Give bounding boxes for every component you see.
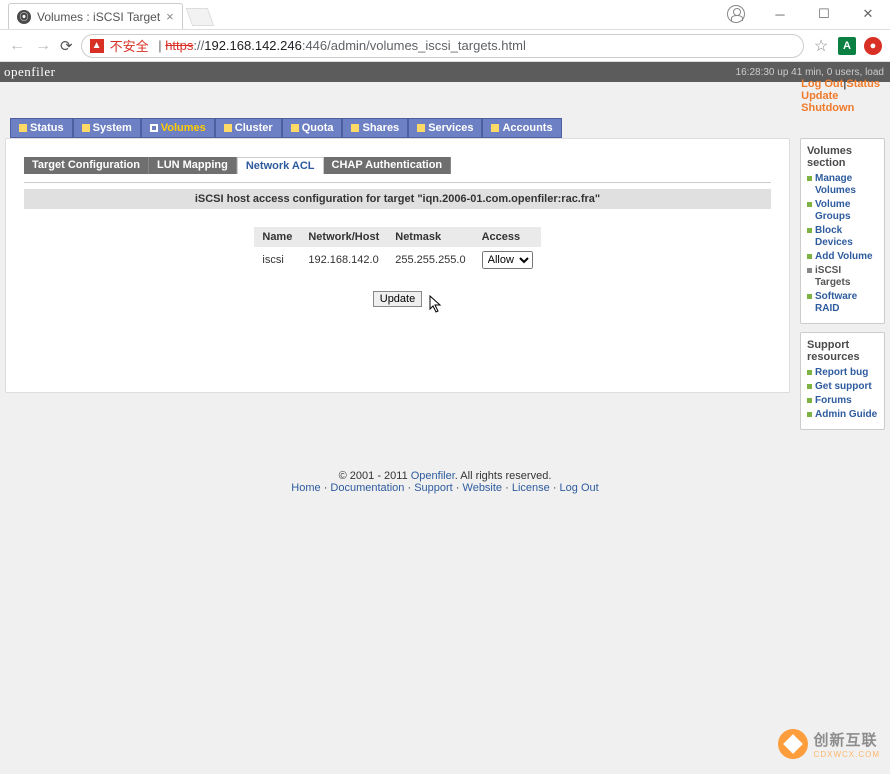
sidebar-item-admin-guide[interactable]: Admin Guide (807, 409, 878, 421)
footer-license[interactable]: License (512, 482, 550, 494)
footer-logout[interactable]: Log Out (560, 482, 599, 494)
nav-services[interactable]: Services (408, 118, 482, 138)
sidebar-item-volume-groups[interactable]: Volume Groups (807, 199, 878, 223)
insecure-label: 不安全 (110, 36, 149, 55)
cell-netmask: 255.255.255.0 (387, 247, 473, 273)
sidebar-volumes-section: Volumes section Manage Volumes Volume Gr… (800, 138, 885, 324)
nav-volumes[interactable]: Volumes (141, 118, 215, 138)
url-scheme: https (165, 38, 193, 53)
sidebar-title-support: Support resources (807, 339, 878, 363)
sidebar-item-get-support[interactable]: Get support (807, 381, 878, 393)
subtab-chap-auth[interactable]: CHAP Authentication (324, 157, 452, 174)
nav-system[interactable]: System (73, 118, 141, 138)
watermark-logo-icon (778, 729, 808, 759)
minimize-icon[interactable]: ─ (758, 0, 802, 28)
nav-accounts[interactable]: Accounts (482, 118, 561, 138)
shutdown-link[interactable]: Shutdown (801, 102, 854, 114)
forward-icon[interactable]: → (34, 37, 52, 55)
table-row: iscsi 192.168.142.0 255.255.255.0 Allow (254, 247, 540, 273)
access-select[interactable]: Allow (482, 251, 533, 269)
new-tab-button[interactable] (185, 8, 214, 26)
footer-documentation[interactable]: Documentation (330, 482, 404, 494)
watermark-sub: CDXWCX.COM (814, 750, 880, 759)
footer-home[interactable]: Home (291, 482, 320, 494)
cell-access: Allow (474, 247, 541, 273)
page-footer: © 2001 - 2011 Openfiler. All rights rese… (0, 470, 890, 494)
url-path: :446/admin/volumes_iscsi_targets.html (302, 38, 526, 53)
cell-network-host: 192.168.142.0 (300, 247, 387, 273)
nav-shares[interactable]: Shares (342, 118, 408, 138)
user-menu-icon[interactable] (714, 0, 758, 28)
col-name: Name (254, 227, 300, 247)
sidebar-item-forums[interactable]: Forums (807, 395, 878, 407)
tab-title: Volumes : iSCSI Target (37, 10, 160, 24)
star-icon[interactable]: ☆ (812, 36, 830, 56)
config-title: iSCSI host access configuration for targ… (24, 189, 771, 209)
update-link[interactable]: Update (801, 90, 838, 102)
extension-red-icon[interactable]: ● (864, 37, 882, 55)
main-nav: Status System Volumes Cluster Quota Shar… (10, 118, 890, 138)
reload-icon[interactable]: ⟳ (60, 37, 73, 55)
status-link[interactable]: Status (846, 78, 880, 90)
nav-cluster[interactable]: Cluster (215, 118, 282, 138)
url-host: 192.168.142.246 (204, 38, 302, 53)
sidebar-support-section: Support resources Report bug Get support… (800, 332, 885, 430)
browser-tab-bar: ⦿ Volumes : iSCSI Target × ─ ☐ ✕ (0, 0, 890, 30)
browser-tab[interactable]: ⦿ Volumes : iSCSI Target × (8, 3, 183, 29)
acl-table: Name Network/Host Netmask Access iscsi 1… (254, 227, 540, 273)
close-icon[interactable]: × (166, 9, 174, 24)
sidebar-item-block-devices[interactable]: Block Devices (807, 225, 878, 249)
header-links: Log Out|Status Update Shutdown (797, 78, 884, 114)
col-network-host: Network/Host (300, 227, 387, 247)
subtab-lun-mapping[interactable]: LUN Mapping (149, 157, 237, 174)
insecure-icon: ▲ (90, 39, 104, 53)
extension-a-icon[interactable]: A (838, 37, 856, 55)
col-netmask: Netmask (387, 227, 473, 247)
logout-link[interactable]: Log Out (801, 78, 843, 90)
footer-openfiler-link[interactable]: Openfiler (411, 470, 455, 482)
address-bar[interactable]: ▲ 不安全 | https://192.168.142.246:446/admi… (81, 34, 804, 58)
subtab-target-config[interactable]: Target Configuration (24, 157, 149, 174)
col-access: Access (474, 227, 541, 247)
sidebar-title-volumes: Volumes section (807, 145, 878, 169)
back-icon[interactable]: ← (8, 37, 26, 55)
sidebar-item-iscsi-targets[interactable]: iSCSI Targets (807, 265, 878, 289)
sub-tabs: Target Configuration LUN Mapping Network… (24, 157, 771, 174)
footer-support[interactable]: Support (414, 482, 453, 494)
table-header-row: Name Network/Host Netmask Access (254, 227, 540, 247)
close-window-icon[interactable]: ✕ (846, 0, 890, 28)
nav-status[interactable]: Status (10, 118, 73, 138)
update-button[interactable]: Update (373, 291, 422, 307)
tab-favicon: ⦿ (17, 10, 31, 24)
sidebar-item-add-volume[interactable]: Add Volume (807, 251, 878, 263)
watermark-text: 创新互联 (814, 732, 878, 749)
main-panel: Target Configuration LUN Mapping Network… (5, 138, 790, 393)
nav-quota[interactable]: Quota (282, 118, 343, 138)
app-logo: openfiler (4, 64, 55, 80)
sidebar-item-report-bug[interactable]: Report bug (807, 367, 878, 379)
uptime-status: 16:28:30 up 41 min, 0 users, load (736, 67, 886, 78)
watermark: 创新互联 CDXWCX.COM (778, 729, 880, 759)
sidebar-item-software-raid[interactable]: Software RAID (807, 291, 878, 315)
app-header: openfiler 16:28:30 up 41 min, 0 users, l… (0, 62, 890, 82)
cursor-icon (428, 295, 444, 315)
maximize-icon[interactable]: ☐ (802, 0, 846, 28)
cell-name: iscsi (254, 247, 300, 273)
sidebar-item-manage-volumes[interactable]: Manage Volumes (807, 173, 878, 197)
window-controls: ─ ☐ ✕ (714, 0, 890, 28)
subtab-network-acl[interactable]: Network ACL (237, 157, 324, 174)
address-bar-row: ← → ⟳ ▲ 不安全 | https://192.168.142.246:44… (0, 30, 890, 62)
footer-website[interactable]: Website (463, 482, 503, 494)
